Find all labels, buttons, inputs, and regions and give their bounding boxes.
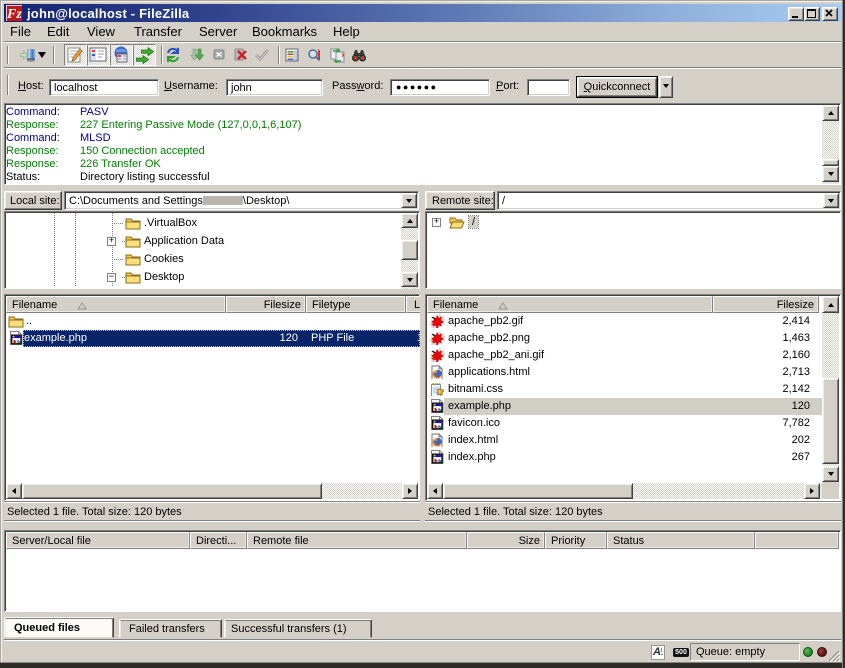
svg-text:Fz: Fz [6, 7, 22, 21]
